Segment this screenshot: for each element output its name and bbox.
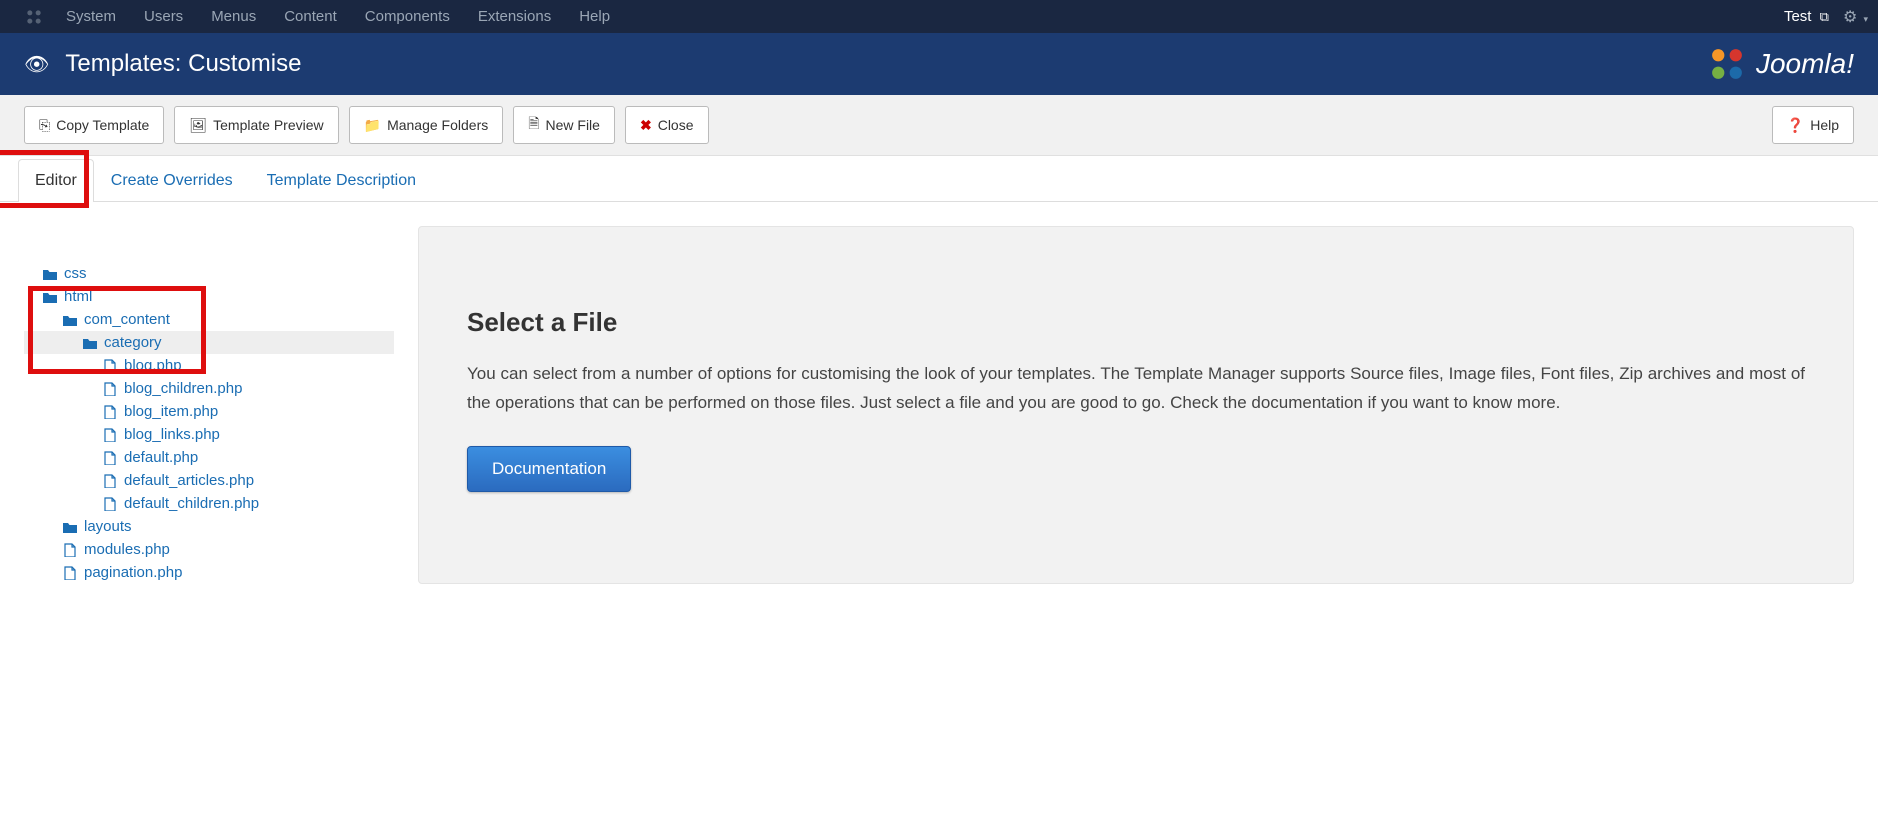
new-file-label: New File <box>546 117 600 133</box>
tree-label: blog_children.php <box>124 380 242 397</box>
brand-logo: Joomla! <box>1706 43 1854 85</box>
tree-label: com_content <box>84 311 170 328</box>
tree-folder-html[interactable]: html <box>24 285 394 308</box>
tree-label: default.php <box>124 449 198 466</box>
new-file-button[interactable]: 🗎 New File <box>513 106 615 144</box>
copy-icon: ⎘ <box>39 117 50 134</box>
file-tree-sidebar: css html com_content category blog.php b… <box>24 226 394 584</box>
top-menu-bar: System Users Menus Content Components Ex… <box>0 0 1878 33</box>
tree-file-blog-links[interactable]: blog_links.php <box>24 423 394 446</box>
tree-file-pagination[interactable]: pagination.php <box>24 561 394 584</box>
tree-folder-com-content[interactable]: com_content <box>24 308 394 331</box>
content-area: css html com_content category blog.php b… <box>0 202 1878 584</box>
documentation-button[interactable]: Documentation <box>467 446 631 492</box>
menu-content[interactable]: Content <box>270 1 351 32</box>
brand-text: Joomla! <box>1756 48 1854 80</box>
tree-label: html <box>64 288 92 305</box>
editor-panel: Select a File You can select from a numb… <box>418 226 1854 584</box>
menu-users[interactable]: Users <box>130 1 197 32</box>
tree-label: default_articles.php <box>124 472 254 489</box>
image-icon: 🖼 <box>189 117 207 134</box>
close-label: Close <box>658 117 694 133</box>
tree-label: blog.php <box>124 357 182 374</box>
tabs-container: Editor Create Overrides Template Descrip… <box>0 158 1878 202</box>
close-icon: ✖ <box>640 117 652 134</box>
tree-label: category <box>104 334 162 351</box>
tree-folder-css[interactable]: css <box>24 262 394 285</box>
tree-file-default-articles[interactable]: default_articles.php <box>24 469 394 492</box>
tree-file-blog[interactable]: blog.php <box>24 354 394 377</box>
copy-template-button[interactable]: ⎘ Copy Template <box>24 106 164 144</box>
title-bar: 👁 Templates: Customise Joomla! <box>0 33 1878 95</box>
top-menu: System Users Menus Content Components Ex… <box>52 1 624 32</box>
tree-file-default[interactable]: default.php <box>24 446 394 469</box>
tab-editor[interactable]: Editor <box>18 159 94 202</box>
panel-body-text: You can select from a number of options … <box>467 360 1805 418</box>
tree-label: layouts <box>84 518 132 535</box>
menu-help[interactable]: Help <box>565 1 624 32</box>
tab-template-description[interactable]: Template Description <box>250 159 433 202</box>
tree-label: blog_item.php <box>124 403 218 420</box>
file-icon: 🗎 <box>528 113 539 137</box>
settings-dropdown[interactable]: ⚙ ▾ <box>1843 7 1868 27</box>
tree-file-blog-children[interactable]: blog_children.php <box>24 377 394 400</box>
help-label: Help <box>1810 117 1839 133</box>
folder-icon: 📁 <box>364 117 381 134</box>
menu-system[interactable]: System <box>52 1 130 32</box>
eye-icon: 👁 <box>24 52 49 77</box>
tree-folder-layouts[interactable]: layouts <box>24 515 394 538</box>
manage-folders-label: Manage Folders <box>387 117 488 133</box>
tab-create-overrides[interactable]: Create Overrides <box>94 159 250 202</box>
tree-label: css <box>64 265 87 282</box>
template-preview-label: Template Preview <box>213 117 324 133</box>
page-title: Templates: Customise <box>65 50 301 78</box>
template-preview-button[interactable]: 🖼 Template Preview <box>174 106 338 144</box>
tree-label: blog_links.php <box>124 426 220 443</box>
close-button[interactable]: ✖ Close <box>625 106 709 144</box>
external-link-icon: ⧉ <box>1820 9 1829 24</box>
tree-label: pagination.php <box>84 564 182 581</box>
site-name-label: Test <box>1784 8 1812 25</box>
tree-file-modules[interactable]: modules.php <box>24 538 394 561</box>
site-preview-link[interactable]: Test ⧉ <box>1784 8 1829 25</box>
action-toolbar: ⎘ Copy Template 🖼 Template Preview 📁 Man… <box>0 95 1878 156</box>
gear-icon: ⚙ <box>1843 9 1857 26</box>
joomla-logo-icon <box>1706 43 1748 85</box>
help-button[interactable]: ❓ Help <box>1772 106 1854 144</box>
menu-extensions[interactable]: Extensions <box>464 1 565 32</box>
tree-file-default-children[interactable]: default_children.php <box>24 492 394 515</box>
menu-components[interactable]: Components <box>351 1 464 32</box>
tree-folder-category[interactable]: category <box>24 331 394 354</box>
tree-label: default_children.php <box>124 495 259 512</box>
copy-template-label: Copy Template <box>56 117 149 133</box>
joomla-icon <box>24 7 44 27</box>
tree-file-blog-item[interactable]: blog_item.php <box>24 400 394 423</box>
help-icon: ❓ <box>1787 117 1804 134</box>
chevron-down-icon: ▾ <box>1863 14 1868 24</box>
panel-heading: Select a File <box>467 307 1805 338</box>
manage-folders-button[interactable]: 📁 Manage Folders <box>349 106 504 144</box>
menu-menus[interactable]: Menus <box>197 1 270 32</box>
tree-label: modules.php <box>84 541 170 558</box>
